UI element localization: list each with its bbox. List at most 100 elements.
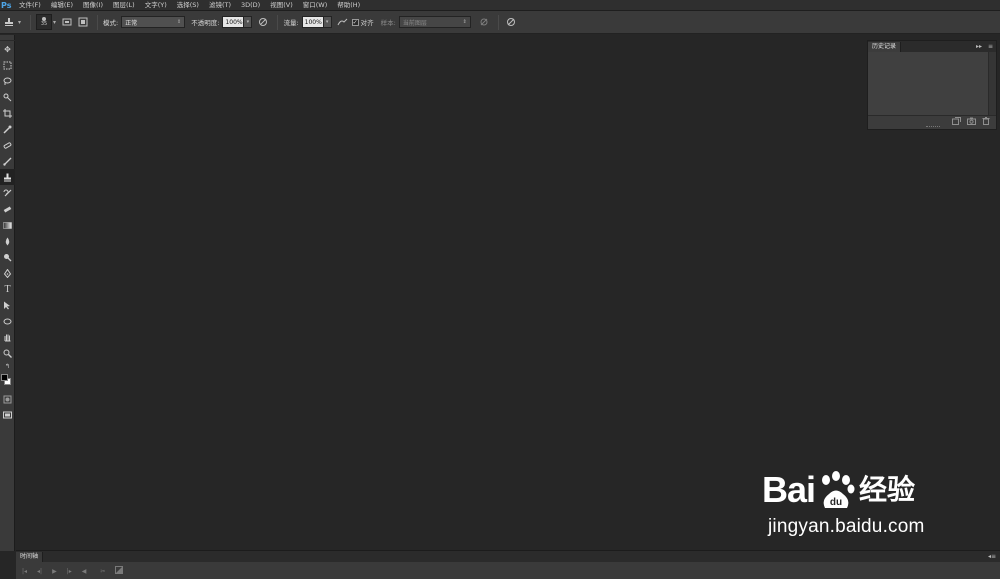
menu-file[interactable]: 文件(F) — [14, 0, 46, 11]
brush-preset-picker[interactable]: 35 — [36, 14, 53, 30]
step-forward-icon[interactable]: |▸ — [67, 568, 72, 575]
swap-colors-icon[interactable]: ↰ — [0, 361, 15, 371]
options-bar: ▾ 35 ▾ 模式: 正常 ⇕ 不透明度: 100% ▾ 流量: 100% ▾ … — [0, 11, 1000, 34]
menu-type[interactable]: 文字(Y) — [140, 0, 172, 11]
eraser-tool-icon[interactable] — [0, 201, 15, 217]
menu-filter[interactable]: 滤镜(T) — [204, 0, 236, 11]
history-list[interactable] — [868, 52, 996, 115]
aligned-label: 对齐 — [360, 19, 374, 27]
gradient-tool-icon[interactable] — [0, 217, 15, 233]
history-brush-tool-icon[interactable] — [0, 185, 15, 201]
watermark-url: jingyan.baidu.com — [768, 516, 925, 537]
opacity-input[interactable]: 100% — [222, 16, 245, 28]
menu-edit[interactable]: 编辑(E) — [46, 0, 78, 11]
crop-tool-icon[interactable] — [0, 105, 15, 121]
menu-help[interactable]: 帮助(H) — [332, 0, 365, 11]
panel-resize-grip[interactable] — [926, 126, 940, 128]
divider — [30, 14, 32, 30]
quick-mask-icon[interactable] — [0, 391, 15, 407]
type-tool-icon[interactable]: T — [0, 281, 15, 297]
sample-select[interactable]: 当前图层 ⇕ — [398, 16, 471, 28]
dodge-tool-icon[interactable] — [0, 249, 15, 265]
photoshop-logo[interactable]: Ps — [0, 0, 14, 11]
collapse-panel-icon[interactable]: ▸▸ — [973, 43, 985, 50]
tool-preset-chevron-down-icon[interactable]: ▾ — [18, 19, 21, 26]
divider — [97, 14, 99, 30]
menu-select[interactable]: 选择(S) — [172, 0, 204, 11]
sample-value: 当前图层 — [402, 19, 427, 27]
tab-history[interactable]: 历史记录 — [868, 42, 902, 52]
mode-value: 正常 — [125, 19, 138, 27]
brush-chevron-down-icon[interactable]: ▾ — [53, 19, 56, 26]
path-selection-tool-icon[interactable] — [0, 297, 15, 313]
menu-window[interactable]: 窗口(W) — [298, 0, 333, 11]
split-at-playhead-scissors-icon[interactable]: ✂ — [100, 568, 105, 575]
updown-arrow-icon: ⇕ — [462, 19, 467, 25]
flow-label: 流量: — [283, 19, 299, 27]
updown-arrow-icon: ⇕ — [177, 19, 182, 25]
step-backward-icon[interactable]: ◂| — [37, 568, 42, 575]
lasso-tool-icon[interactable] — [0, 73, 15, 89]
timeline-panel-menu-icon[interactable]: ◂≡ — [988, 552, 1000, 562]
move-tool-icon[interactable]: ✥ — [0, 41, 15, 57]
brush-tool-icon[interactable] — [0, 153, 15, 169]
foreground-color-swatch[interactable] — [1, 374, 8, 381]
flow-input[interactable]: 100% — [301, 16, 324, 28]
panel-controls: ▸▸ ≡ — [973, 41, 996, 52]
divider — [497, 14, 499, 30]
go-to-first-frame-icon[interactable]: |◂ — [22, 568, 27, 575]
pressure-size-icon[interactable] — [504, 15, 518, 29]
new-snapshot-camera-icon[interactable] — [967, 117, 976, 127]
color-swatches — [0, 371, 15, 391]
baidu-paw-icon: du — [822, 471, 855, 508]
sample-label: 样本: — [380, 19, 396, 27]
divider — [277, 14, 279, 30]
brush-size-value: 35 — [40, 21, 48, 27]
brush-panel-toggle-icon[interactable] — [60, 15, 74, 29]
zoom-tool-icon[interactable] — [0, 345, 15, 361]
watermark-logo-row: Bai du 经验 — [762, 470, 962, 510]
timeline-controls: |◂ ◂| ▶ |▸ ◀ ✂ — [16, 562, 1000, 579]
screen-mode-icon[interactable] — [0, 407, 15, 423]
tools-panel: ✥ T ↰ — [0, 35, 15, 551]
flow-slider-button[interactable]: ▾ — [323, 16, 332, 28]
watermark-brand-bai: Bai — [762, 469, 816, 510]
menu-3d[interactable]: 3D(D) — [236, 0, 265, 11]
history-panel-header: 历史记录 ▸▸ ≡ — [868, 41, 996, 52]
menu-layer[interactable]: 图层(L) — [108, 0, 140, 11]
opacity-slider-button[interactable]: ▾ — [244, 16, 253, 28]
pen-tool-icon[interactable] — [0, 265, 15, 281]
new-document-from-state-icon[interactable] — [952, 116, 961, 127]
shape-tool-icon[interactable] — [0, 313, 15, 329]
watermark-brand-jingyan: 经验 — [859, 473, 916, 506]
airbrush-icon[interactable] — [336, 15, 350, 29]
baidu-jingyan-watermark: Bai du 经验 jingyan.baidu.com — [762, 470, 962, 560]
blur-tool-icon[interactable] — [0, 233, 15, 249]
menu-view[interactable]: 视图(V) — [265, 0, 298, 11]
transition-icon[interactable] — [115, 566, 124, 576]
aligned-checkbox[interactable]: ✓ — [351, 18, 359, 26]
hand-tool-icon[interactable] — [0, 329, 15, 345]
clone-stamp-tool-icon[interactable] — [0, 169, 15, 185]
clone-source-panel-icon[interactable] — [76, 15, 90, 29]
svg-text:du: du — [830, 497, 842, 508]
delete-trash-icon[interactable] — [982, 116, 990, 127]
clone-stamp-tool-preset-icon[interactable] — [2, 15, 16, 29]
panel-menu-icon[interactable]: ≡ — [985, 43, 996, 50]
eyedropper-tool-icon[interactable] — [0, 121, 15, 137]
quick-selection-tool-icon[interactable] — [0, 89, 15, 105]
healing-brush-tool-icon[interactable] — [0, 137, 15, 153]
tab-timeline[interactable]: 时间轴 — [16, 552, 44, 562]
play-icon[interactable]: ▶ — [52, 568, 57, 575]
mute-audio-icon[interactable]: ◀ — [82, 568, 87, 575]
history-panel: 历史记录 ▸▸ ≡ — [867, 40, 997, 130]
opacity-label: 不透明度: — [191, 19, 220, 27]
marquee-tool-icon[interactable] — [0, 57, 15, 73]
pressure-opacity-icon[interactable] — [256, 15, 270, 29]
mode-label: 模式: — [103, 19, 119, 27]
menu-bar: Ps 文件(F) 编辑(E) 图像(I) 图层(L) 文字(Y) 选择(S) 滤… — [0, 0, 1000, 11]
menu-image[interactable]: 图像(I) — [78, 0, 108, 11]
mode-select[interactable]: 正常 ⇕ — [121, 16, 186, 28]
history-scrollbar[interactable] — [988, 52, 996, 115]
ignore-adjustment-layers-icon[interactable] — [477, 15, 491, 29]
